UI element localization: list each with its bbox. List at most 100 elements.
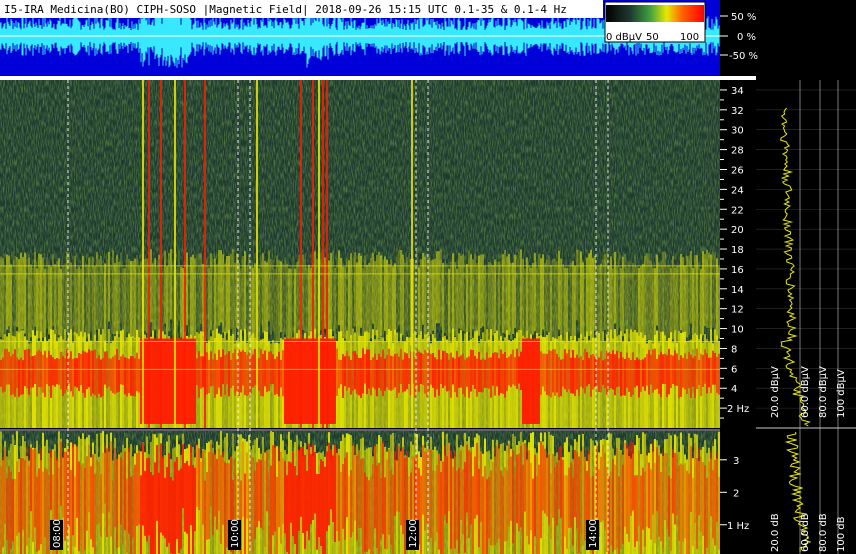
spectro-bin-red: [490, 357, 492, 398]
spectro-bin-red: [86, 352, 88, 389]
spectro-bin: [34, 252, 36, 327]
spectro-bin: [138, 266, 140, 342]
spectro-bin-red: [556, 462, 558, 526]
spectro-bin-red: [448, 359, 450, 391]
impulse-line: [142, 80, 144, 428]
spectro-bin: [0, 256, 2, 338]
spectro-bin-red: [150, 338, 152, 424]
spectro-bin-red: [482, 358, 484, 393]
spectro-bin: [656, 254, 658, 326]
spectro-bin-red: [168, 453, 170, 543]
spectro-bin: [218, 250, 220, 326]
spectro-bin: [670, 268, 672, 342]
spectro-bin-red: [350, 470, 352, 538]
spectro-bin-red: [668, 475, 670, 537]
spectro-bin: [150, 249, 152, 322]
spectro-bin: [362, 267, 364, 348]
spectro-bin-red: [308, 443, 310, 541]
spectro-bin-red: [688, 473, 690, 554]
spectro-bin-red: [246, 354, 248, 397]
spectro-bin-red: [628, 446, 630, 542]
impulse-line: [148, 80, 150, 428]
spectro-bin: [116, 255, 118, 338]
spectro-bin-red: [338, 455, 340, 541]
spectro-bin: [340, 257, 342, 337]
spectro-bin-red: [582, 360, 584, 389]
spectro-bin: [648, 253, 650, 343]
spectro-bin-red: [654, 462, 656, 544]
spectro-bin: [546, 259, 548, 332]
spectro-bin: [560, 258, 562, 338]
spectro-bin: [306, 267, 308, 350]
spectro-bin-red: [192, 338, 194, 424]
spectro-bin-red: [648, 349, 650, 395]
spectro-bin: [320, 252, 322, 331]
spectro-bin: [140, 261, 142, 343]
spectro-bin: [696, 255, 698, 341]
spectro-bin-red: [572, 477, 574, 546]
spectro-bin-red: [676, 454, 678, 516]
spectro-bin-red: [58, 358, 60, 385]
impulse-line: [411, 80, 413, 428]
spectro-bin-red: [382, 349, 384, 397]
spectro-bin-red: [380, 356, 382, 391]
spectro-bin-red: [648, 462, 650, 529]
spectro-bin-red: [324, 466, 326, 554]
spectro-bin-red: [500, 349, 502, 393]
spectro-bin-red: [358, 357, 360, 396]
spectro-bin-red: [86, 456, 88, 531]
spectro-bin-red: [532, 338, 534, 424]
spectro-bin-red: [150, 471, 152, 554]
y-tick-label: 14: [731, 285, 744, 296]
spectro-bin: [166, 266, 168, 350]
spectro-bin: [42, 257, 44, 338]
pct-label-0: 0 %: [737, 32, 756, 43]
spectro-bin-red: [382, 441, 384, 535]
spectro-bin-red: [62, 456, 64, 518]
spectro-bin-red: [18, 359, 20, 397]
spectro-bin-red: [348, 475, 350, 554]
spectro-bin-red: [316, 473, 318, 550]
spectro-bin-red: [244, 473, 246, 554]
spectro-bin-red: [216, 458, 218, 530]
spectro-bin-red: [296, 475, 298, 554]
spectro-bin: [336, 258, 338, 329]
spectro-bin-red: [4, 348, 6, 392]
spectro-bin: [614, 251, 616, 324]
spectro-bin-red: [606, 466, 608, 553]
spectro-bin: [518, 251, 520, 337]
spectro-bin: [12, 250, 14, 340]
spectro-bin-red: [318, 474, 320, 538]
spectro-bin-red: [78, 461, 80, 552]
time-label-text: 12:00: [408, 519, 419, 548]
spectro-bin: [668, 264, 670, 349]
spectro-bin-red: [560, 446, 562, 518]
spectro-bin-red: [644, 357, 646, 391]
spectro-bin: [530, 267, 532, 345]
side-axis-label-lower-text: 20.0 dB: [770, 513, 781, 552]
spectro-bin: [168, 253, 170, 332]
spectro-bin-red: [504, 467, 506, 542]
spectro-bin-red: [94, 473, 96, 554]
spectro-bin-red: [82, 463, 84, 554]
spectro-bin-red: [258, 459, 260, 522]
spectro-bin-red: [704, 349, 706, 384]
spectro-bin: [98, 258, 100, 336]
impulse-line: [160, 80, 162, 428]
spectro-bin-red: [450, 352, 452, 398]
spectro-bin-red: [64, 358, 66, 394]
spectro-bin-red: [294, 338, 296, 424]
spectro-bin-red: [574, 357, 576, 397]
spectro-bin: [346, 257, 348, 339]
spectro-bin-red: [438, 349, 440, 396]
spectro-bin: [380, 255, 382, 336]
spectro-bin: [494, 259, 496, 333]
spectro-bin-red: [44, 350, 46, 398]
spectro-bin: [658, 262, 660, 349]
spectro-bin-red: [708, 461, 710, 554]
spectro-bin-red: [188, 465, 190, 554]
spectro-bin-red: [698, 360, 700, 385]
spectro-bin-red: [418, 352, 420, 392]
time-label-text: 10:00: [230, 519, 241, 548]
spectro-bin-red: [16, 357, 18, 388]
